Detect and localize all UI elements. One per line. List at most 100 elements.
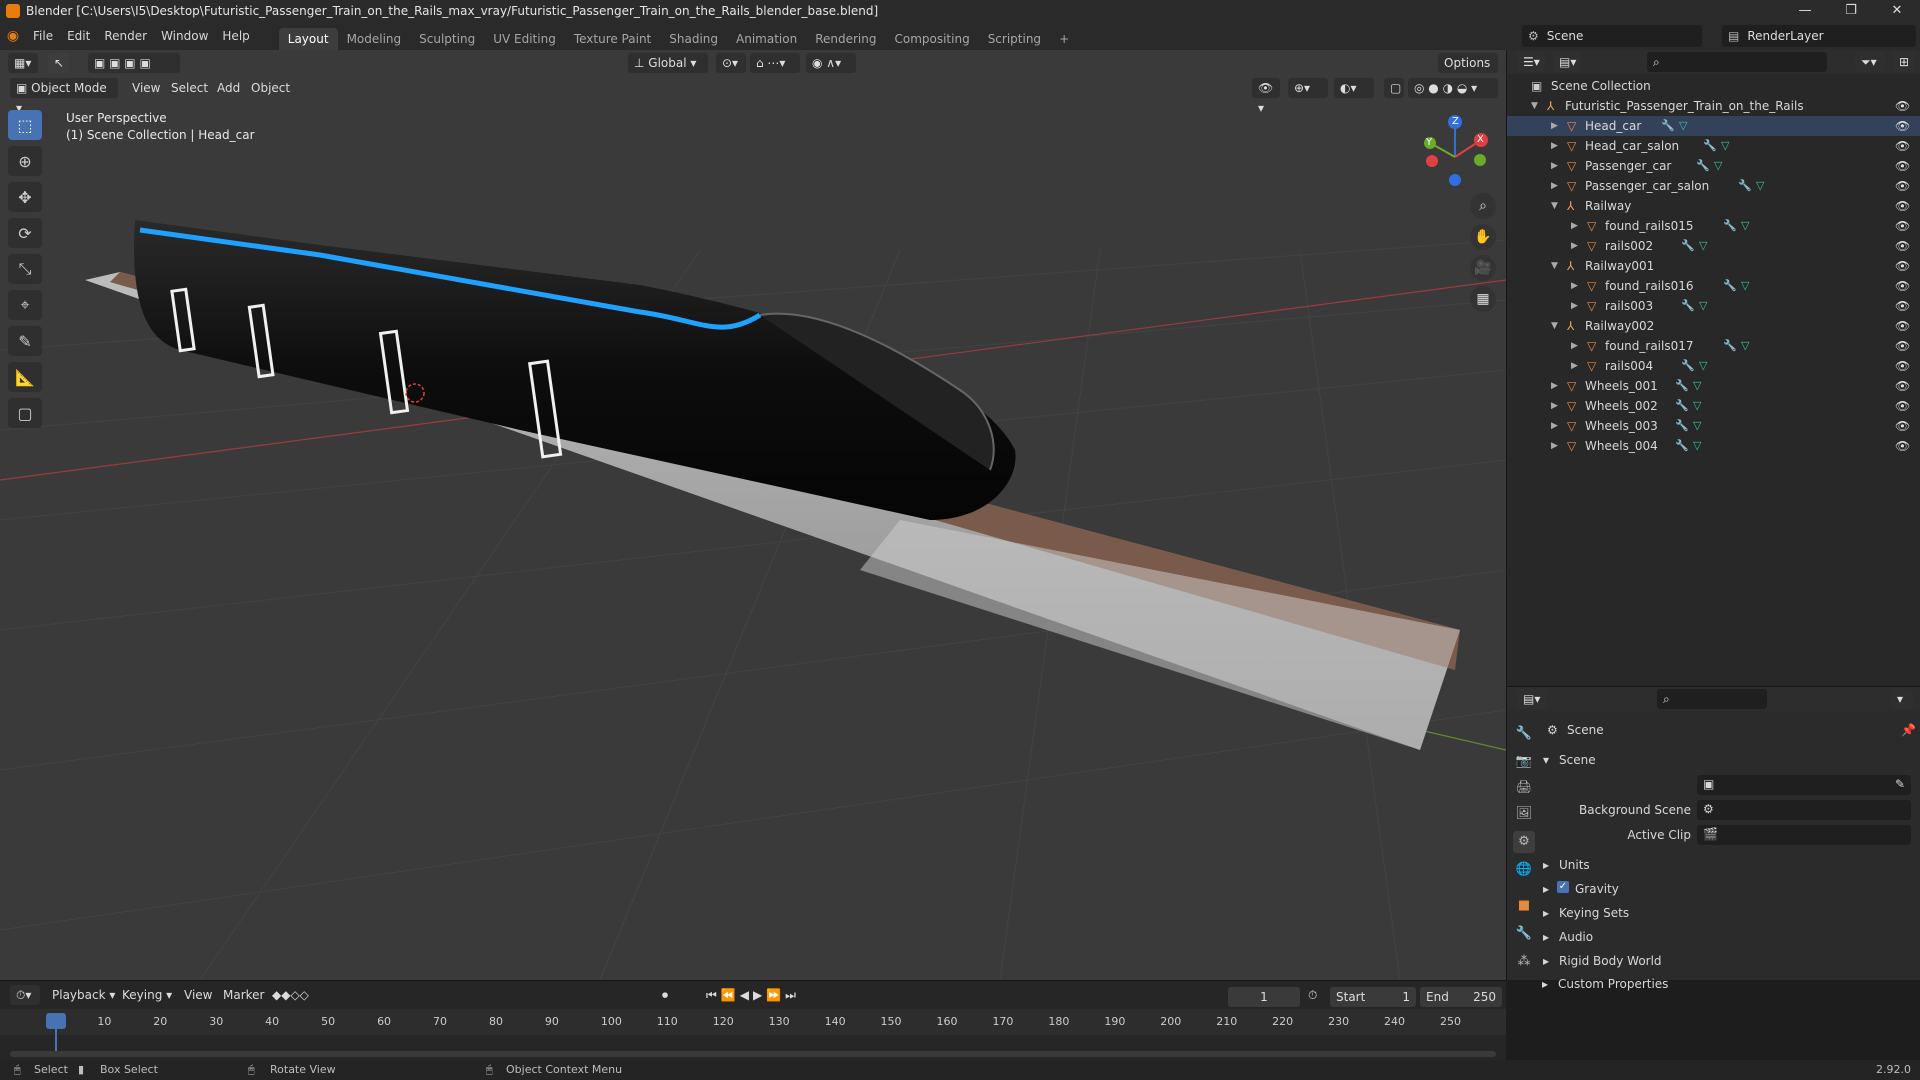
properties-options-icon[interactable]: ▾ [1891, 689, 1913, 709]
timeline-menu-keying[interactable]: Keying ▾ [122, 985, 172, 1005]
tab-shading[interactable]: Shading [660, 28, 727, 50]
modifier-icon[interactable]: 🔧 [1696, 156, 1710, 176]
expand-arrow-icon[interactable]: ▶ [1551, 116, 1561, 136]
expand-arrow-icon[interactable]: ▶ [1571, 276, 1581, 296]
modifier-icon[interactable]: 🔧 [1723, 216, 1737, 236]
object-tab-icon[interactable]: ■ [1513, 895, 1535, 917]
end-frame-field[interactable]: End 250 [1420, 987, 1502, 1007]
scene-tab-icon[interactable]: ⚙ [1513, 831, 1535, 853]
scale-tool-icon[interactable]: ⤡ [8, 254, 42, 284]
tab-texture-paint[interactable]: Texture Paint [565, 28, 660, 50]
outliner-search-input[interactable]: ⌕ [1647, 52, 1827, 72]
modifier-icon[interactable]: 🔧 [1681, 296, 1695, 316]
mesh-data-icon[interactable]: ▽ [1699, 356, 1707, 376]
outliner-item[interactable]: ▶ ▽ rails002 🔧 ▽ 👁 [1507, 236, 1920, 256]
mesh-data-icon[interactable]: ▽ [1693, 416, 1701, 436]
scene-panel-toggle[interactable]: ▾ [1543, 753, 1549, 767]
modifier-icon[interactable]: 🔧 [1723, 336, 1737, 356]
current-frame-field[interactable]: 1 [1228, 987, 1300, 1007]
gravity-panel-title[interactable]: Gravity [1575, 882, 1619, 896]
properties-search-input[interactable]: ⌕ [1657, 689, 1767, 709]
outliner-item[interactable]: ▼ ⅄ Futuristic_Passenger_Train_on_the_Rail… [1507, 96, 1920, 116]
gravity-panel-toggle[interactable]: ▸ [1543, 882, 1549, 896]
render-tab-icon[interactable]: 📷 [1513, 751, 1535, 773]
timeline-menu-playback[interactable]: Playback ▾ [52, 985, 115, 1005]
tab-rendering[interactable]: Rendering [806, 28, 885, 50]
camera-view-icon[interactable]: 🎥 [1470, 255, 1496, 281]
snap-toggle[interactable]: ⌂ ⋯▾ [750, 53, 800, 73]
display-mode-dropdown[interactable]: ▤▾ [1553, 52, 1581, 72]
audio-panel-toggle[interactable]: ▸ [1543, 930, 1549, 944]
units-panel-toggle[interactable]: ▸ [1543, 858, 1549, 872]
visibility-eye-icon[interactable]: 👁 [1895, 356, 1910, 376]
output-tab-icon[interactable]: 🖨 [1513, 777, 1535, 799]
add-cube-tool-icon[interactable]: ▢ [8, 398, 42, 428]
editor-type-button[interactable]: ▦▾ [8, 53, 38, 73]
playback-controls-icons[interactable]: ⏮⏪◀▶⏩⏭ [706, 985, 800, 1005]
modifier-icon[interactable]: 🔧 [1661, 116, 1675, 136]
shading-mode-buttons[interactable]: ◎ ● ◑ ◒ ▾ [1408, 78, 1498, 98]
background-scene-field[interactable] [1697, 800, 1911, 820]
expand-arrow-icon[interactable]: ▶ [1551, 176, 1561, 196]
mesh-data-icon[interactable]: ▽ [1756, 176, 1764, 196]
collapse-arrow-icon[interactable]: ▼ [1551, 196, 1561, 216]
tab-sculpting[interactable]: Sculpting [410, 28, 484, 50]
3d-viewport[interactable]: Z X Y ▦▾ ↖ ▣ ▣ ▣ ▣ ⊥ Global ▾ ⊙▾ ⌂ ⋯▾ ◉ … [0, 50, 1506, 980]
visibility-eye-icon[interactable]: 👁 [1895, 296, 1910, 316]
visibility-eye-icon[interactable]: 👁 [1895, 336, 1910, 356]
transform-orientation-dropdown[interactable]: ⊥ Global ▾ [628, 53, 708, 73]
maximize-button[interactable]: ❐ [1828, 0, 1874, 22]
playhead[interactable] [46, 1013, 66, 1029]
pin-icon[interactable]: 📌 [1901, 723, 1916, 737]
expand-arrow-icon[interactable]: ▶ [1571, 336, 1581, 356]
mesh-data-icon[interactable]: ▽ [1741, 216, 1749, 236]
outliner-item[interactable]: ▶ ▽ found_rails015 🔧 ▽ 👁 [1507, 216, 1920, 236]
gravity-checkbox[interactable]: ✓ [1557, 881, 1569, 893]
modifier-icon[interactable]: 🔧 [1723, 276, 1737, 296]
eyedropper-icon[interactable]: ✎ [1895, 777, 1905, 791]
outliner-item[interactable]: ▼ ⅄ Railway002 👁 [1507, 316, 1920, 336]
outliner-item[interactable]: ▶ ▽ Passenger_car_salon 🔧 ▽ 👁 [1507, 176, 1920, 196]
move-tool-icon[interactable]: ✥ [8, 182, 42, 212]
expand-arrow-icon[interactable]: ▶ [1551, 416, 1561, 436]
visibility-eye-icon[interactable]: 👁 [1895, 316, 1910, 336]
collapse-arrow-icon[interactable]: ▼ [1551, 316, 1561, 336]
overlay-toggle[interactable]: ◐▾ [1334, 78, 1374, 98]
annotate-tool-icon[interactable]: ✎ [8, 326, 42, 356]
collapse-arrow-icon[interactable]: ▼ [1551, 256, 1561, 276]
view-layer-selector[interactable]: ▤ RenderLayer [1722, 25, 1916, 47]
visibility-eye-icon[interactable]: 👁 [1895, 256, 1910, 276]
mesh-data-icon[interactable]: ▽ [1693, 376, 1701, 396]
visibility-eye-icon[interactable]: 👁 [1895, 196, 1910, 216]
outliner-item[interactable]: ▶ ▽ rails004 🔧 ▽ 👁 [1507, 356, 1920, 376]
outliner-item[interactable]: ▶ ▽ found_rails017 🔧 ▽ 👁 [1507, 336, 1920, 356]
tab-compositing[interactable]: Compositing [885, 28, 978, 50]
mesh-data-icon[interactable]: ▽ [1693, 396, 1701, 416]
modifier-icon[interactable]: 🔧 [1675, 376, 1689, 396]
rigid-body-panel-toggle[interactable]: ▸ [1543, 954, 1549, 968]
close-button[interactable]: ✕ [1874, 0, 1920, 22]
visibility-eye-icon[interactable]: 👁 [1895, 436, 1910, 456]
outliner-item[interactable]: ▶ ▽ Wheels_003 🔧 ▽ 👁 [1507, 416, 1920, 436]
viewport-menu-add[interactable]: Add [217, 78, 240, 98]
outliner-item[interactable]: ▶ ▽ Wheels_004 🔧 ▽ 👁 [1507, 436, 1920, 456]
select-tool-icon[interactable]: ↖ [48, 53, 70, 73]
gizmo-toggle[interactable]: ⊕▾ [1288, 78, 1328, 98]
properties-editor-type[interactable]: ▤▾ [1517, 689, 1547, 709]
rotate-tool-icon[interactable]: ⟳ [8, 218, 42, 248]
modifier-icon[interactable]: 🔧 [1738, 176, 1752, 196]
outliner-item[interactable]: ▼ ⅄ Railway001 👁 [1507, 256, 1920, 276]
audio-panel-title[interactable]: Audio [1559, 930, 1593, 944]
visibility-eye-icon[interactable]: 👁 [1895, 96, 1910, 116]
visibility-eye-icon[interactable]: 👁 [1895, 156, 1910, 176]
viewport-menu-object[interactable]: Object [251, 78, 290, 98]
outliner-item[interactable]: ▼ ⅄ Railway 👁 [1507, 196, 1920, 216]
modifier-icon[interactable]: 🔧 [1681, 236, 1695, 256]
blender-menu-icon[interactable]: ◉ [0, 28, 26, 44]
world-tab-icon[interactable]: 🌐 [1513, 859, 1535, 881]
xray-toggle[interactable]: ▢ [1384, 78, 1404, 98]
modifier-icon[interactable]: 🔧 [1681, 356, 1695, 376]
modifier-icon[interactable]: 🔧 [1675, 436, 1689, 456]
pivot-point-dropdown[interactable]: ⊙▾ [716, 53, 746, 73]
outliner-item[interactable]: ▶ ▽ Head_car_salon 🔧 ▽ 👁 [1507, 136, 1920, 156]
